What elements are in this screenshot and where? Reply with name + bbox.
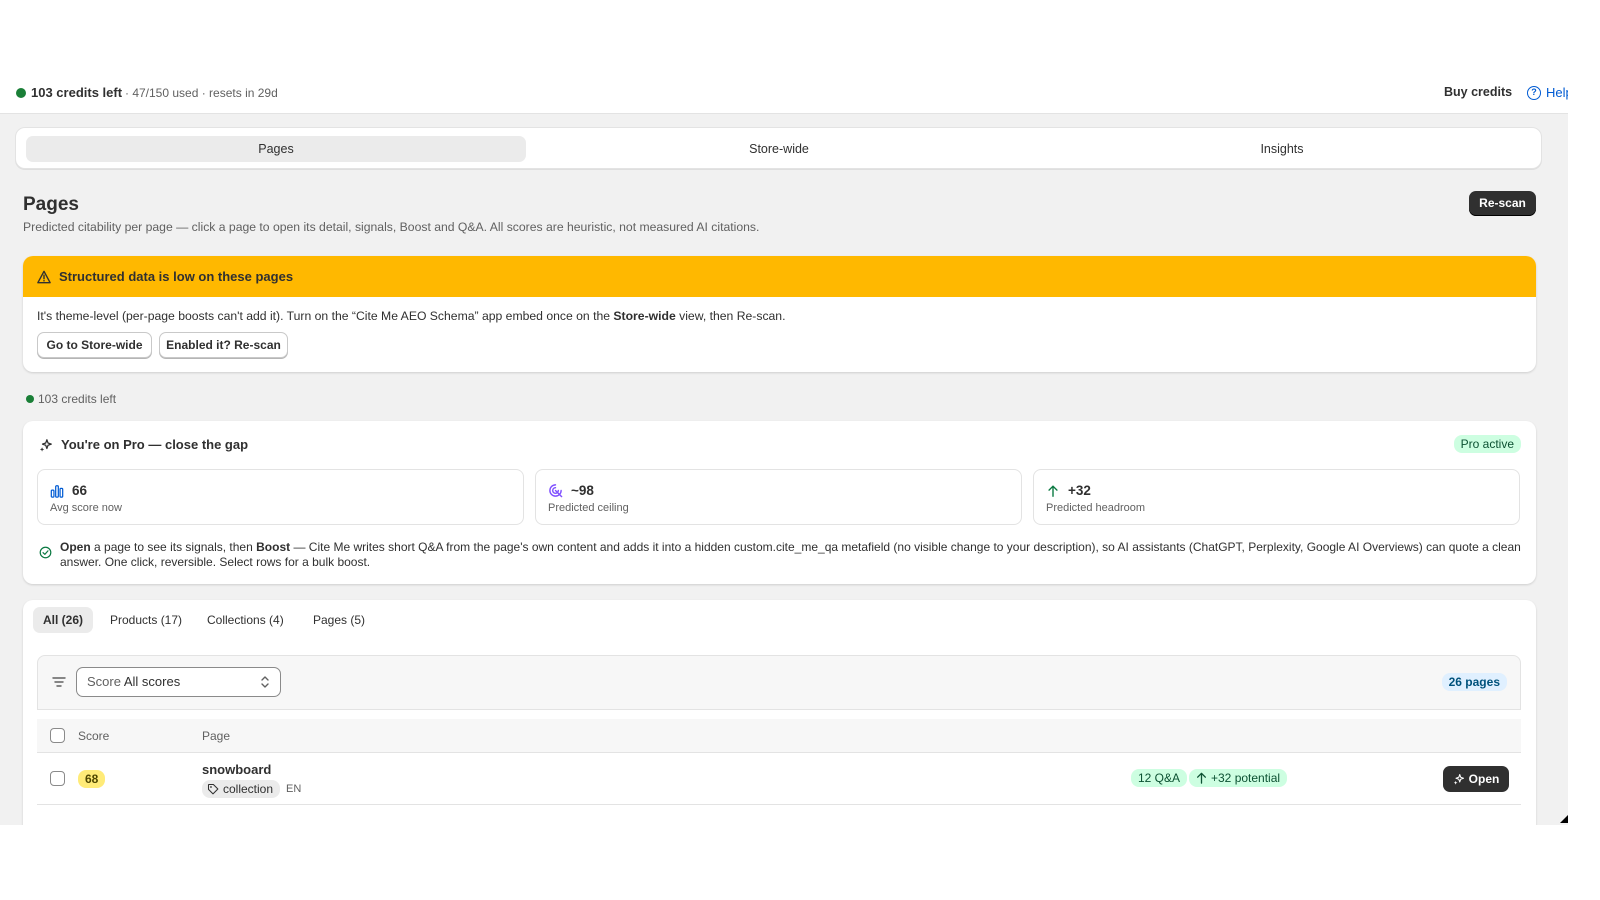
app-frame: 103 credits left · 47/150 used · resets …	[0, 72, 1568, 825]
stat-avg-score-label: Avg score now	[50, 502, 122, 514]
note-boost-bold: Boost	[256, 540, 291, 554]
open-button-label: Open	[1468, 772, 1500, 786]
credits-dot	[26, 395, 34, 403]
pages-count-badge: 26 pages	[1441, 673, 1507, 691]
row-type-label: collection	[223, 782, 274, 796]
buy-credits-button[interactable]: Buy credits	[1444, 85, 1512, 99]
stat-predicted-ceiling: ~98 Predicted ceiling	[535, 469, 1022, 525]
banner-header: Structured data is low on these pages	[23, 256, 1536, 297]
tag-icon	[207, 783, 219, 795]
credits-small-label: 103 credits left	[38, 392, 117, 406]
filter-tab-collections[interactable]: Collections (4)	[197, 607, 294, 633]
table-header: Score Page	[37, 719, 1521, 753]
potential-label: +32 potential	[1211, 771, 1281, 785]
question-circle-icon: ?	[1527, 85, 1541, 100]
row-type-badge: collection	[202, 780, 281, 798]
arrow-up-icon	[1197, 772, 1206, 784]
stat-avg-score: 66 Avg score now	[37, 469, 524, 525]
bar-chart-icon	[50, 484, 64, 498]
banner-title: Structured data is low on these pages	[59, 269, 294, 284]
filter-icon[interactable]	[52, 676, 66, 688]
score-filter-select[interactable]: Score All scores	[76, 667, 281, 697]
pro-active-badge: Pro active	[1453, 435, 1521, 453]
row-checkbox[interactable]	[50, 771, 65, 786]
arrow-up-icon	[1048, 484, 1058, 497]
view-tabs: Pages Store-wide Insights	[15, 127, 1542, 169]
banner-text: It's theme-level (per-page boosts can't …	[37, 309, 785, 323]
stat-predicted-headroom: +32 Predicted headroom	[1033, 469, 1520, 525]
stat-predicted-ceiling-label: Predicted ceiling	[548, 502, 629, 514]
page-subtitle: Predicted citability per page — click a …	[23, 220, 760, 234]
tab-store-wide[interactable]: Store-wide	[529, 136, 1029, 162]
row-page-title[interactable]: snowboard	[202, 762, 271, 777]
rescan-button[interactable]: Re-scan	[1469, 191, 1536, 216]
potential-badge: +32 potential	[1189, 769, 1288, 787]
tab-insights[interactable]: Insights	[1032, 136, 1532, 162]
select-caret-icon	[261, 676, 269, 688]
score-badge: 68	[78, 770, 106, 788]
pro-card: You're on Pro — close the gap Pro active…	[23, 421, 1536, 584]
stat-avg-score-value: 66	[72, 483, 88, 498]
enabled-rescan-button[interactable]: Enabled it? Re-scan	[159, 332, 288, 358]
structured-data-banner: Structured data is low on these pages It…	[23, 256, 1536, 372]
note-open-bold: Open	[60, 540, 91, 554]
score-filter-value: All scores	[123, 674, 181, 689]
check-circle-icon	[39, 546, 52, 559]
sparkle-icon	[39, 438, 52, 452]
credits-indicator: 103 credits left	[26, 392, 116, 406]
table-row[interactable]: 68 snowboard collection EN 12 Q&A +32 po…	[37, 753, 1521, 805]
page-title: Pages	[23, 194, 79, 215]
sparkle-icon	[1453, 773, 1464, 785]
banner-text-part-2: view, then Re-scan.	[675, 309, 786, 323]
banner-text-part-1: It's theme-level (per-page boosts can't …	[37, 309, 614, 323]
credits-left: 103 credits left	[31, 85, 123, 100]
column-header-page[interactable]: Page	[202, 729, 230, 743]
pro-card-header: You're on Pro — close the gap	[39, 437, 248, 452]
qa-count-badge: 12 Q&A	[1131, 769, 1188, 787]
resize-corner	[1560, 815, 1568, 823]
note-part-1: a page to see its signals, then	[90, 540, 257, 554]
select-all-checkbox[interactable]	[50, 728, 65, 743]
warning-icon	[37, 270, 51, 283]
banner-text-bold: Store-wide	[613, 309, 676, 323]
open-button[interactable]: Open	[1443, 766, 1509, 792]
stat-predicted-headroom-label: Predicted headroom	[1046, 502, 1146, 514]
top-bar: 103 credits left · 47/150 used · resets …	[0, 72, 1568, 114]
tab-pages[interactable]: Pages	[26, 136, 526, 162]
help-link[interactable]: ? Help	[1527, 85, 1568, 100]
filter-tab-all[interactable]: All (26)	[33, 607, 94, 633]
pro-card-note: Open a page to see its signals, then Boo…	[60, 540, 1522, 570]
credits-status-dot	[16, 88, 26, 98]
stat-predicted-ceiling-value: ~98	[571, 483, 594, 498]
target-icon	[549, 484, 563, 498]
pages-list-card: All (26) Products (17) Collections (4) P…	[23, 600, 1536, 825]
help-label: Help	[1546, 85, 1568, 100]
credits-usage: · 47/150 used · resets in 29d	[125, 86, 278, 100]
score-filter-label: Score	[87, 674, 121, 689]
filter-tab-pages[interactable]: Pages (5)	[303, 607, 375, 633]
pro-card-title: You're on Pro — close the gap	[61, 437, 249, 452]
column-header-score[interactable]: Score	[78, 729, 109, 743]
go-to-store-wide-button[interactable]: Go to Store-wide	[37, 332, 152, 358]
stat-predicted-headroom-value: +32	[1068, 483, 1091, 498]
filter-bar: Score All scores 26 pages	[37, 655, 1521, 710]
filter-tab-products[interactable]: Products (17)	[100, 607, 192, 633]
row-language: EN	[286, 783, 302, 795]
